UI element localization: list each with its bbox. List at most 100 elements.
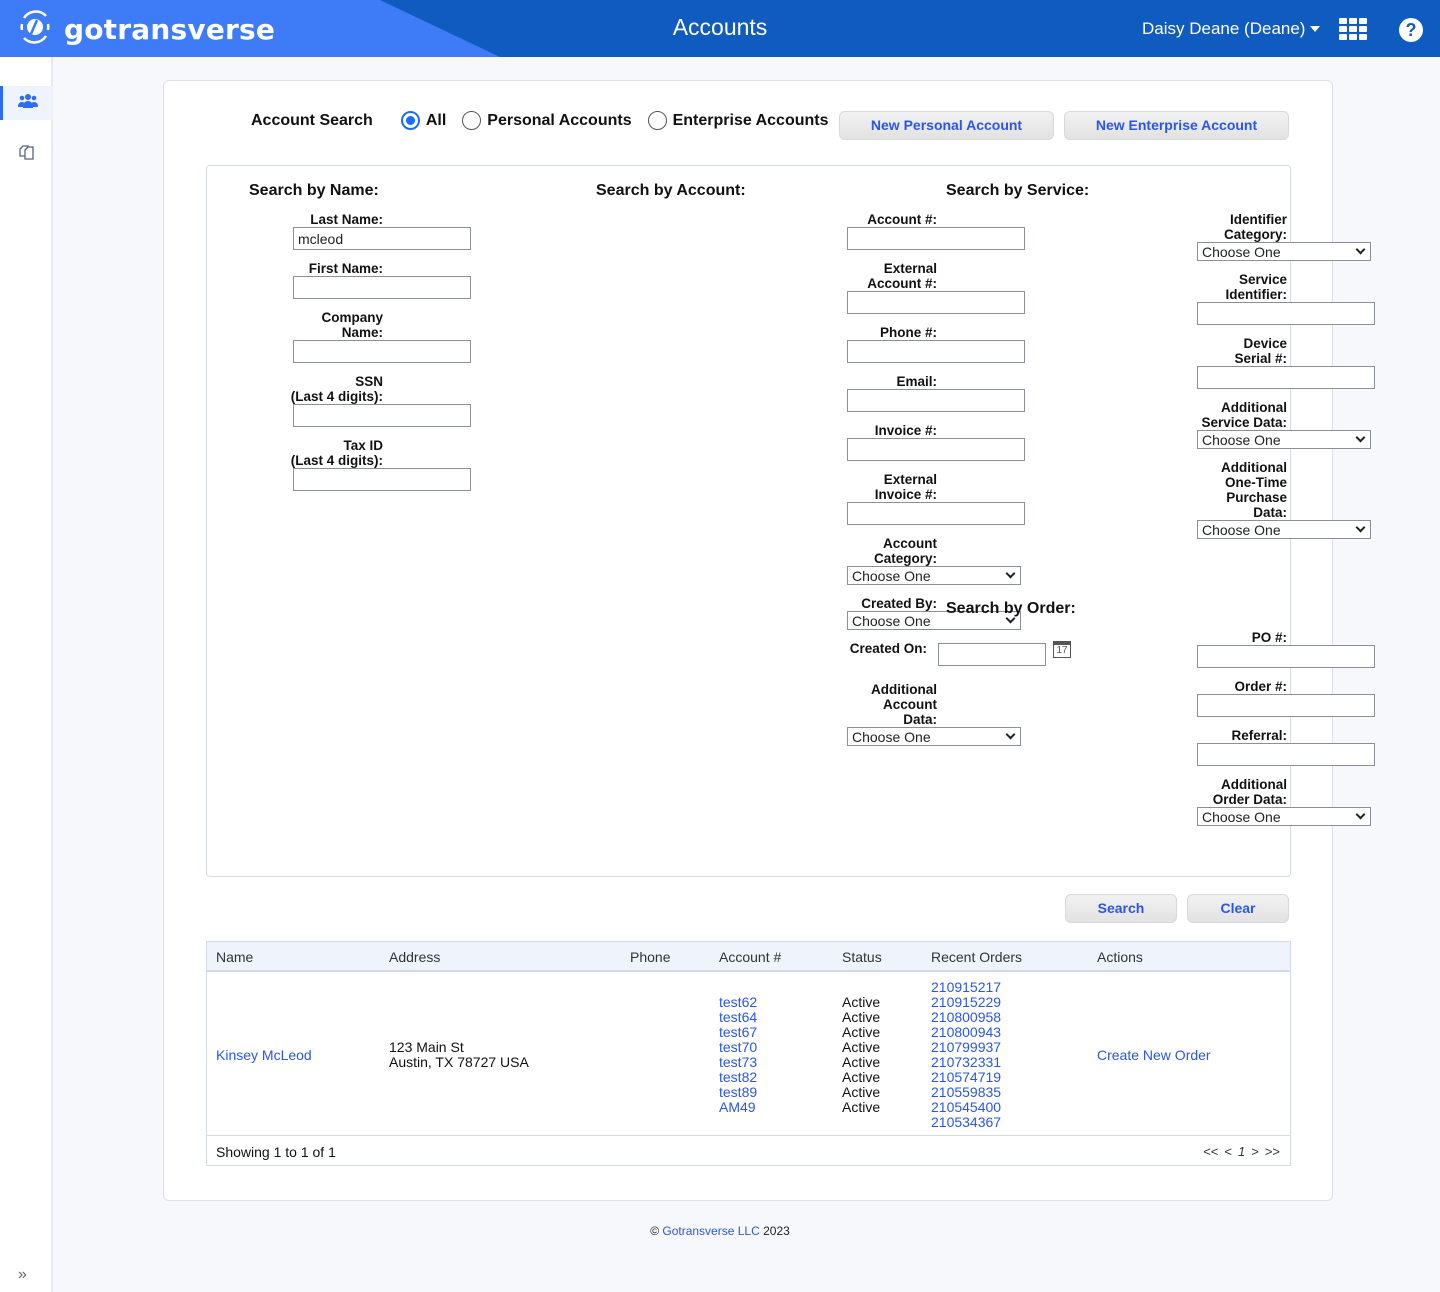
account-number-link[interactable]: test82	[719, 1070, 757, 1085]
field-label: Created On:	[849, 641, 927, 656]
radio-all[interactable]: All	[400, 111, 447, 130]
section-title: Search by Order:	[946, 600, 1076, 617]
clear-button[interactable]: Clear	[1187, 894, 1289, 923]
create-new-order-link[interactable]: Create New Order	[1097, 1048, 1211, 1063]
account-category-select[interactable]: Choose One	[847, 566, 1021, 585]
radio-label: All	[425, 111, 447, 129]
new-enterprise-account-button[interactable]: New Enterprise Account	[1064, 111, 1289, 140]
identifier-category-select[interactable]: Choose One	[1197, 242, 1371, 261]
field-order: Order #:	[946, 679, 1375, 717]
field-label: Additional Service Data:	[1201, 400, 1287, 430]
radio-label: Personal Accounts	[487, 111, 632, 129]
search-button[interactable]: Search	[1065, 894, 1177, 923]
help-icon[interactable]: ?	[1399, 18, 1423, 42]
account-number-link[interactable]: test62	[719, 995, 757, 1010]
chevron-down-icon	[1355, 809, 1366, 820]
radio-button[interactable]	[647, 111, 667, 130]
field-label: Invoice #:	[874, 423, 937, 438]
field-label: Created By:	[861, 596, 937, 611]
referral-input[interactable]	[1197, 743, 1375, 766]
account-number-link[interactable]: AM49	[719, 1100, 757, 1115]
account-number-link[interactable]: test64	[719, 1010, 757, 1025]
search-by-service-section: Search by Service: Identifier Category: C…	[946, 182, 1375, 550]
field-referral: Referral:	[946, 728, 1375, 766]
field-label: Referral:	[1231, 728, 1287, 743]
field-label: Tax ID (Last 4 digits):	[290, 438, 383, 468]
user-menu[interactable]: Daisy Deane (Deane)	[1142, 19, 1321, 39]
field-label: Phone #:	[879, 325, 937, 340]
company-name-input[interactable]	[293, 340, 471, 363]
recent-order-link[interactable]: 210545400	[931, 1100, 1001, 1115]
search-by-name-section: Search by Name: Last Name: First Name: Com…	[249, 182, 471, 502]
account-number-link[interactable]: test73	[719, 1055, 757, 1070]
additional-one-time-purchase-data-select[interactable]: Choose One	[1197, 520, 1371, 539]
field-label: Company Name:	[321, 310, 383, 340]
tax-id-last-4-digits-input[interactable]	[293, 468, 471, 491]
sidebar-item-accounts[interactable]	[0, 86, 53, 120]
field-label: Additional Account Data:	[871, 682, 937, 727]
field-label: PO #:	[1251, 630, 1287, 645]
field-label: Service Identifier:	[1225, 272, 1287, 302]
apps-grid-icon[interactable]	[1339, 18, 1367, 40]
company-link[interactable]: Gotransverse LLC	[662, 1224, 759, 1238]
next-page-button[interactable]: >	[1251, 1144, 1259, 1159]
caret-down-icon	[1310, 26, 1321, 32]
chevron-down-icon	[1355, 522, 1366, 533]
recent-order-link[interactable]: 210799937	[931, 1040, 1001, 1055]
additional-order-data-select[interactable]: Choose One	[1197, 807, 1371, 826]
expand-sidebar-icon[interactable]: »	[18, 1266, 27, 1284]
recent-order-link[interactable]: 210559835	[931, 1085, 1001, 1100]
field-label: External Invoice #:	[874, 472, 937, 502]
radio-personal-accounts[interactable]: Personal Accounts	[462, 111, 632, 130]
account-number-link[interactable]: test67	[719, 1025, 757, 1040]
current-page[interactable]: 1	[1238, 1144, 1245, 1159]
account-type-filter: Account Search All Personal Accounts Ent…	[251, 111, 845, 130]
field-po: PO #:	[946, 630, 1375, 668]
account-number-list: test62 test64 test67 test70 test73 test82 test…	[719, 995, 757, 1115]
field-label: Account #:	[867, 212, 937, 227]
column-header-name[interactable]: Name	[216, 949, 253, 965]
field-device-serial: Device Serial #:	[946, 336, 1375, 389]
device-serial-input[interactable]	[1197, 366, 1375, 389]
new-personal-account-button[interactable]: New Personal Account	[839, 111, 1054, 140]
radio-button[interactable]	[462, 111, 482, 130]
recent-order-link[interactable]: 210915229	[931, 995, 1001, 1010]
column-header-address[interactable]: Address	[389, 949, 440, 965]
footer: © Gotransverse LLC 2023	[0, 1224, 1440, 1238]
radio-button[interactable]	[400, 111, 420, 130]
last-name-input[interactable]	[293, 227, 471, 250]
field-label: Additional One-Time Purchase Data:	[1221, 460, 1287, 520]
recent-order-link[interactable]: 210800943	[931, 1025, 1001, 1040]
recent-order-link[interactable]: 210800958	[931, 1010, 1001, 1025]
recent-order-link[interactable]: 210574719	[931, 1070, 1001, 1085]
chevron-down-icon	[1005, 568, 1016, 579]
account-number-link[interactable]: test70	[719, 1040, 757, 1055]
recent-order-link[interactable]: 210732331	[931, 1055, 1001, 1070]
column-header-status[interactable]: Status	[842, 949, 882, 965]
field-label: Account Category:	[873, 536, 937, 566]
order-input[interactable]	[1197, 694, 1375, 717]
results-table: Name Address Phone Account # Status Rece…	[206, 941, 1291, 1166]
column-header-recent-orders[interactable]: Recent Orders	[931, 949, 1022, 965]
results-footer: Showing 1 to 1 of 1 << < 1 > >>	[207, 1136, 1290, 1166]
account-holder-name-link[interactable]: Kinsey McLeod	[216, 1048, 312, 1063]
select-value: Choose One	[852, 728, 931, 745]
po-input[interactable]	[1197, 645, 1375, 668]
field-identifier-category: Identifier Category: Choose One	[946, 212, 1375, 261]
user-name: Daisy Deane (Deane)	[1142, 19, 1306, 38]
first-page-button[interactable]: <<	[1203, 1144, 1218, 1159]
prev-page-button[interactable]: <	[1224, 1144, 1232, 1159]
recent-order-link[interactable]: 210534367	[931, 1115, 1001, 1130]
radio-enterprise-accounts[interactable]: Enterprise Accounts	[647, 111, 829, 130]
account-status: Active	[842, 1024, 881, 1040]
ssn-last-4-digits-input[interactable]	[293, 404, 471, 427]
first-name-input[interactable]	[293, 276, 471, 299]
account-number-link[interactable]: test89	[719, 1085, 757, 1100]
sidebar-item-catalog[interactable]	[0, 137, 53, 171]
column-header-phone[interactable]: Phone	[630, 949, 670, 965]
service-identifier-input[interactable]	[1197, 302, 1375, 325]
column-header-account[interactable]: Account #	[719, 949, 781, 965]
additional-service-data-select[interactable]: Choose One	[1197, 430, 1371, 449]
recent-order-link[interactable]: 210915217	[931, 980, 1001, 995]
last-page-button[interactable]: >>	[1265, 1144, 1280, 1159]
